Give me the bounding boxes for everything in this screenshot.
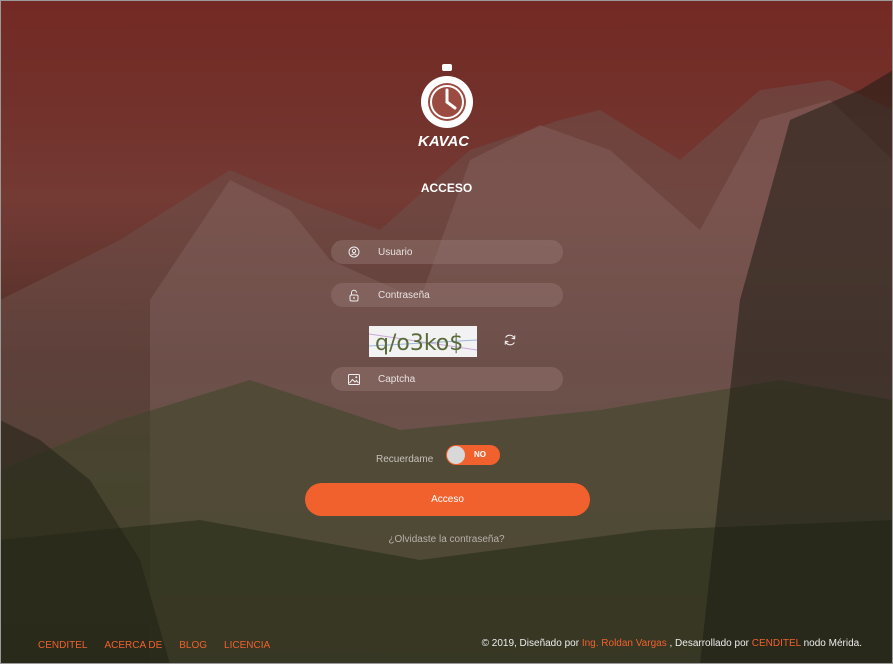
toggle-state: NO [474,450,486,459]
forgot-password-link[interactable]: ¿Olvidaste la contraseña? [0,534,893,545]
logo-wordmark: KAVAC [418,133,470,150]
password-field[interactable] [331,283,563,307]
captcha-input[interactable] [376,372,550,386]
image-icon [347,372,361,386]
footer-link-blog[interactable]: BLOG [179,640,207,651]
password-input[interactable] [376,288,550,302]
captcha-text: q/o3ko$ [375,331,463,356]
copyright-notice: © 2019, Diseñado por Ing. Roldan Vargas … [482,638,862,649]
copyright-prefix: © 2019, Diseñado por [481,638,582,649]
toggle-knob [447,446,465,464]
username-input[interactable] [376,245,550,259]
login-button[interactable]: Acceso [305,483,590,516]
remember-label: Recuerdame [376,454,434,465]
designer-link[interactable]: Ing. Roldan Vargas [582,638,667,649]
user-icon [347,245,361,259]
copyright-middle: , Desarrollado por [666,638,752,649]
username-field[interactable] [331,240,563,264]
kavac-logo: KAVAC [416,62,478,152]
remember-toggle[interactable]: NO [446,445,500,465]
copyright-suffix: nodo Mérida. [800,638,862,649]
footer-link-about[interactable]: ACERCA DE [104,640,162,651]
footer-nav: CENDITEL ACERCA DE BLOG LICENCIA [38,640,270,651]
captcha-field[interactable] [331,367,563,391]
footer-link-cenditel[interactable]: CENDITEL [38,640,87,651]
footer-link-license[interactable]: LICENCIA [224,640,270,651]
lock-icon [347,288,361,302]
page-title: ACCESO [420,181,473,195]
captcha-image: q/o3ko$ [369,326,477,357]
developer-link[interactable]: CENDITEL [752,638,801,649]
refresh-captcha-icon[interactable] [503,333,517,347]
